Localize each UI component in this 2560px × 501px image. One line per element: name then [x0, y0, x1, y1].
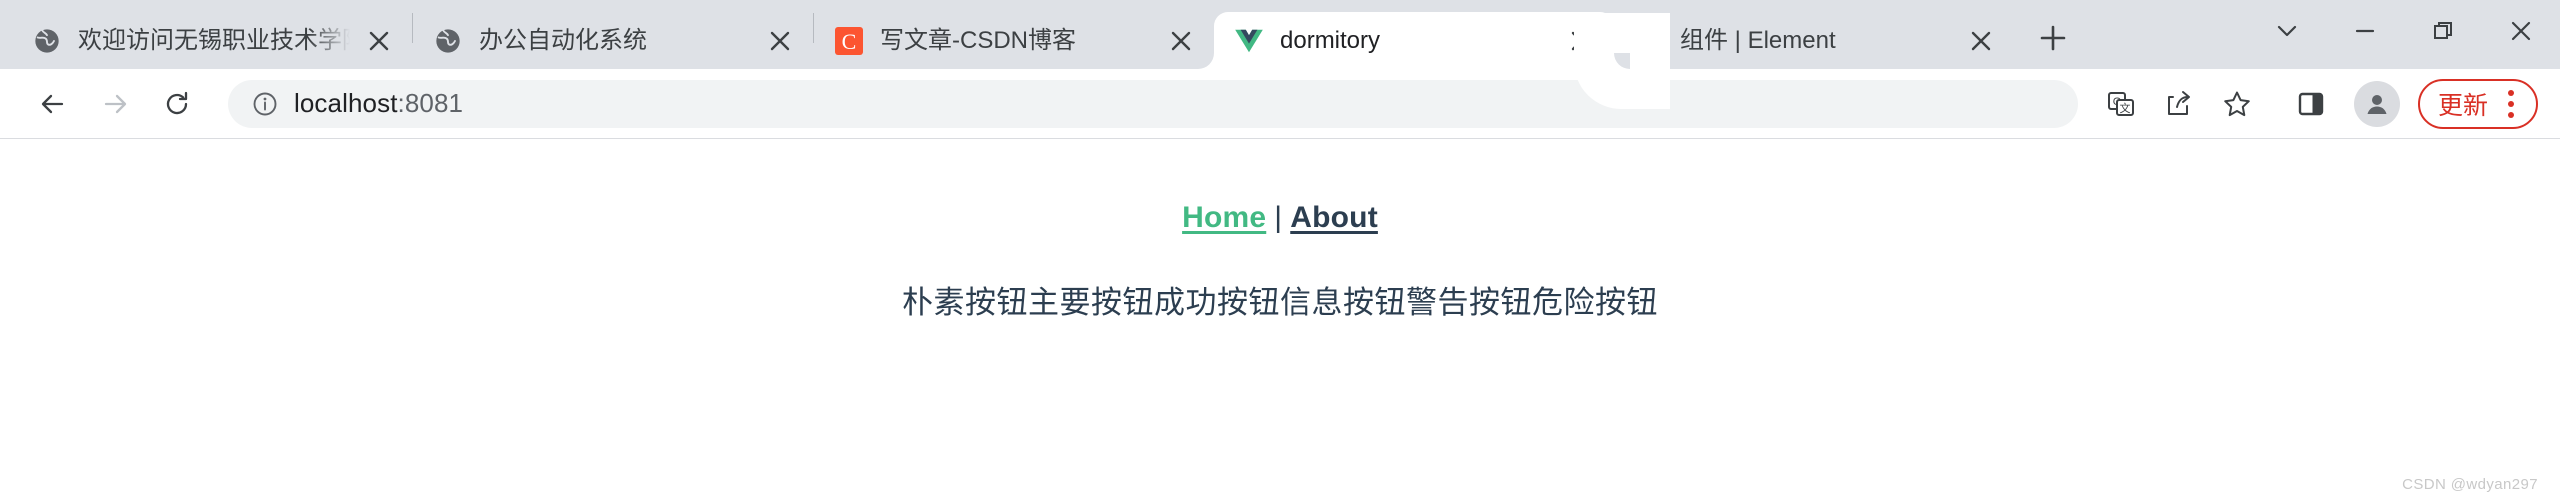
window-controls [2248, 0, 2560, 62]
forward-arrow-icon [84, 73, 146, 135]
maximize-icon[interactable] [2404, 0, 2482, 62]
browser-tab-2[interactable]: 办公自动化系统 [413, 12, 813, 69]
tab-close-button[interactable] [761, 22, 799, 60]
nav-link-home[interactable]: Home [1182, 201, 1266, 234]
url-port: :8081 [397, 88, 464, 118]
csdn-icon: C [834, 26, 864, 56]
reload-icon[interactable] [146, 73, 208, 135]
browser-tab-4-active[interactable]: dormitory [1214, 12, 1614, 69]
tab-title: 办公自动化系统 [479, 26, 647, 54]
tab-close-button[interactable] [1162, 22, 1200, 60]
router-nav: Home | About [0, 139, 2560, 235]
globe-icon [433, 26, 463, 56]
unstyled-buttons-text[interactable]: 朴素按钮主要按钮成功按钮信息按钮警告按钮危险按钮 [902, 285, 1658, 320]
tab-title: 写文章-CSDN博客 [880, 26, 1076, 54]
browser-tab-5[interactable]: 组件 | Element [1614, 12, 2014, 69]
tab-title: dormitory [1280, 26, 1381, 54]
tab-title: 组件 | Element [1680, 26, 1836, 54]
tab-list: 欢迎访问无锡职业技术学院 办公自动化系统 C 写文章-CSDN博客 dormit… [12, 0, 2078, 69]
csdn-watermark: CSDN @wdyan297 [2402, 476, 2538, 493]
vue-icon [1234, 26, 1264, 56]
browser-tab-3[interactable]: C 写文章-CSDN博客 [814, 12, 1214, 69]
share-icon[interactable] [2150, 75, 2208, 133]
svg-text:C: C [842, 29, 857, 54]
tab-title: 欢迎访问无锡职业技术学院 [78, 26, 350, 54]
tab-close-button[interactable] [1562, 22, 1600, 60]
url-host: localhost [294, 88, 398, 118]
element-icon [1634, 25, 1664, 56]
chevron-down-icon[interactable] [2248, 0, 2326, 62]
info-icon[interactable] [248, 87, 282, 121]
tab-close-button[interactable] [360, 22, 398, 60]
browser-tab-strip: 欢迎访问无锡职业技术学院 办公自动化系统 C 写文章-CSDN博客 dormit… [0, 0, 2560, 69]
url-text: localhost:8081 [294, 88, 463, 119]
tab-close-button[interactable] [1962, 22, 2000, 60]
minimize-icon[interactable] [2326, 0, 2404, 62]
new-tab-button[interactable] [2028, 13, 2078, 63]
browser-tab-1[interactable]: 欢迎访问无锡职业技术学院 [12, 12, 412, 69]
element-buttons-row: 朴素按钮主要按钮成功按钮信息按钮警告按钮危险按钮 [0, 277, 2560, 322]
address-bar[interactable]: localhost:8081 [228, 79, 2078, 128]
translate-icon[interactable]: G 文 [2092, 75, 2150, 133]
update-label: 更新 [2437, 91, 2488, 120]
nav-link-about[interactable]: About [1290, 201, 1378, 234]
side-panel-icon[interactable] [2282, 75, 2340, 133]
nav-separator: | [1274, 201, 1283, 234]
avatar[interactable] [2353, 80, 2400, 127]
kebab-menu-icon[interactable] [2494, 84, 2528, 124]
update-button[interactable]: 更新 [2417, 78, 2538, 129]
globe-icon [32, 26, 62, 56]
svg-text:文: 文 [2119, 101, 2130, 115]
page-viewport: Home | About 朴素按钮主要按钮成功按钮信息按钮警告按钮危险按钮 CSDN… [0, 139, 2560, 501]
back-arrow-icon[interactable] [22, 73, 84, 135]
browser-toolbar: localhost:8081 G 文 [0, 69, 2560, 139]
star-icon[interactable] [2208, 75, 2266, 133]
close-icon[interactable] [2482, 0, 2560, 62]
toolbar-actions: G 文 [2092, 75, 2538, 133]
